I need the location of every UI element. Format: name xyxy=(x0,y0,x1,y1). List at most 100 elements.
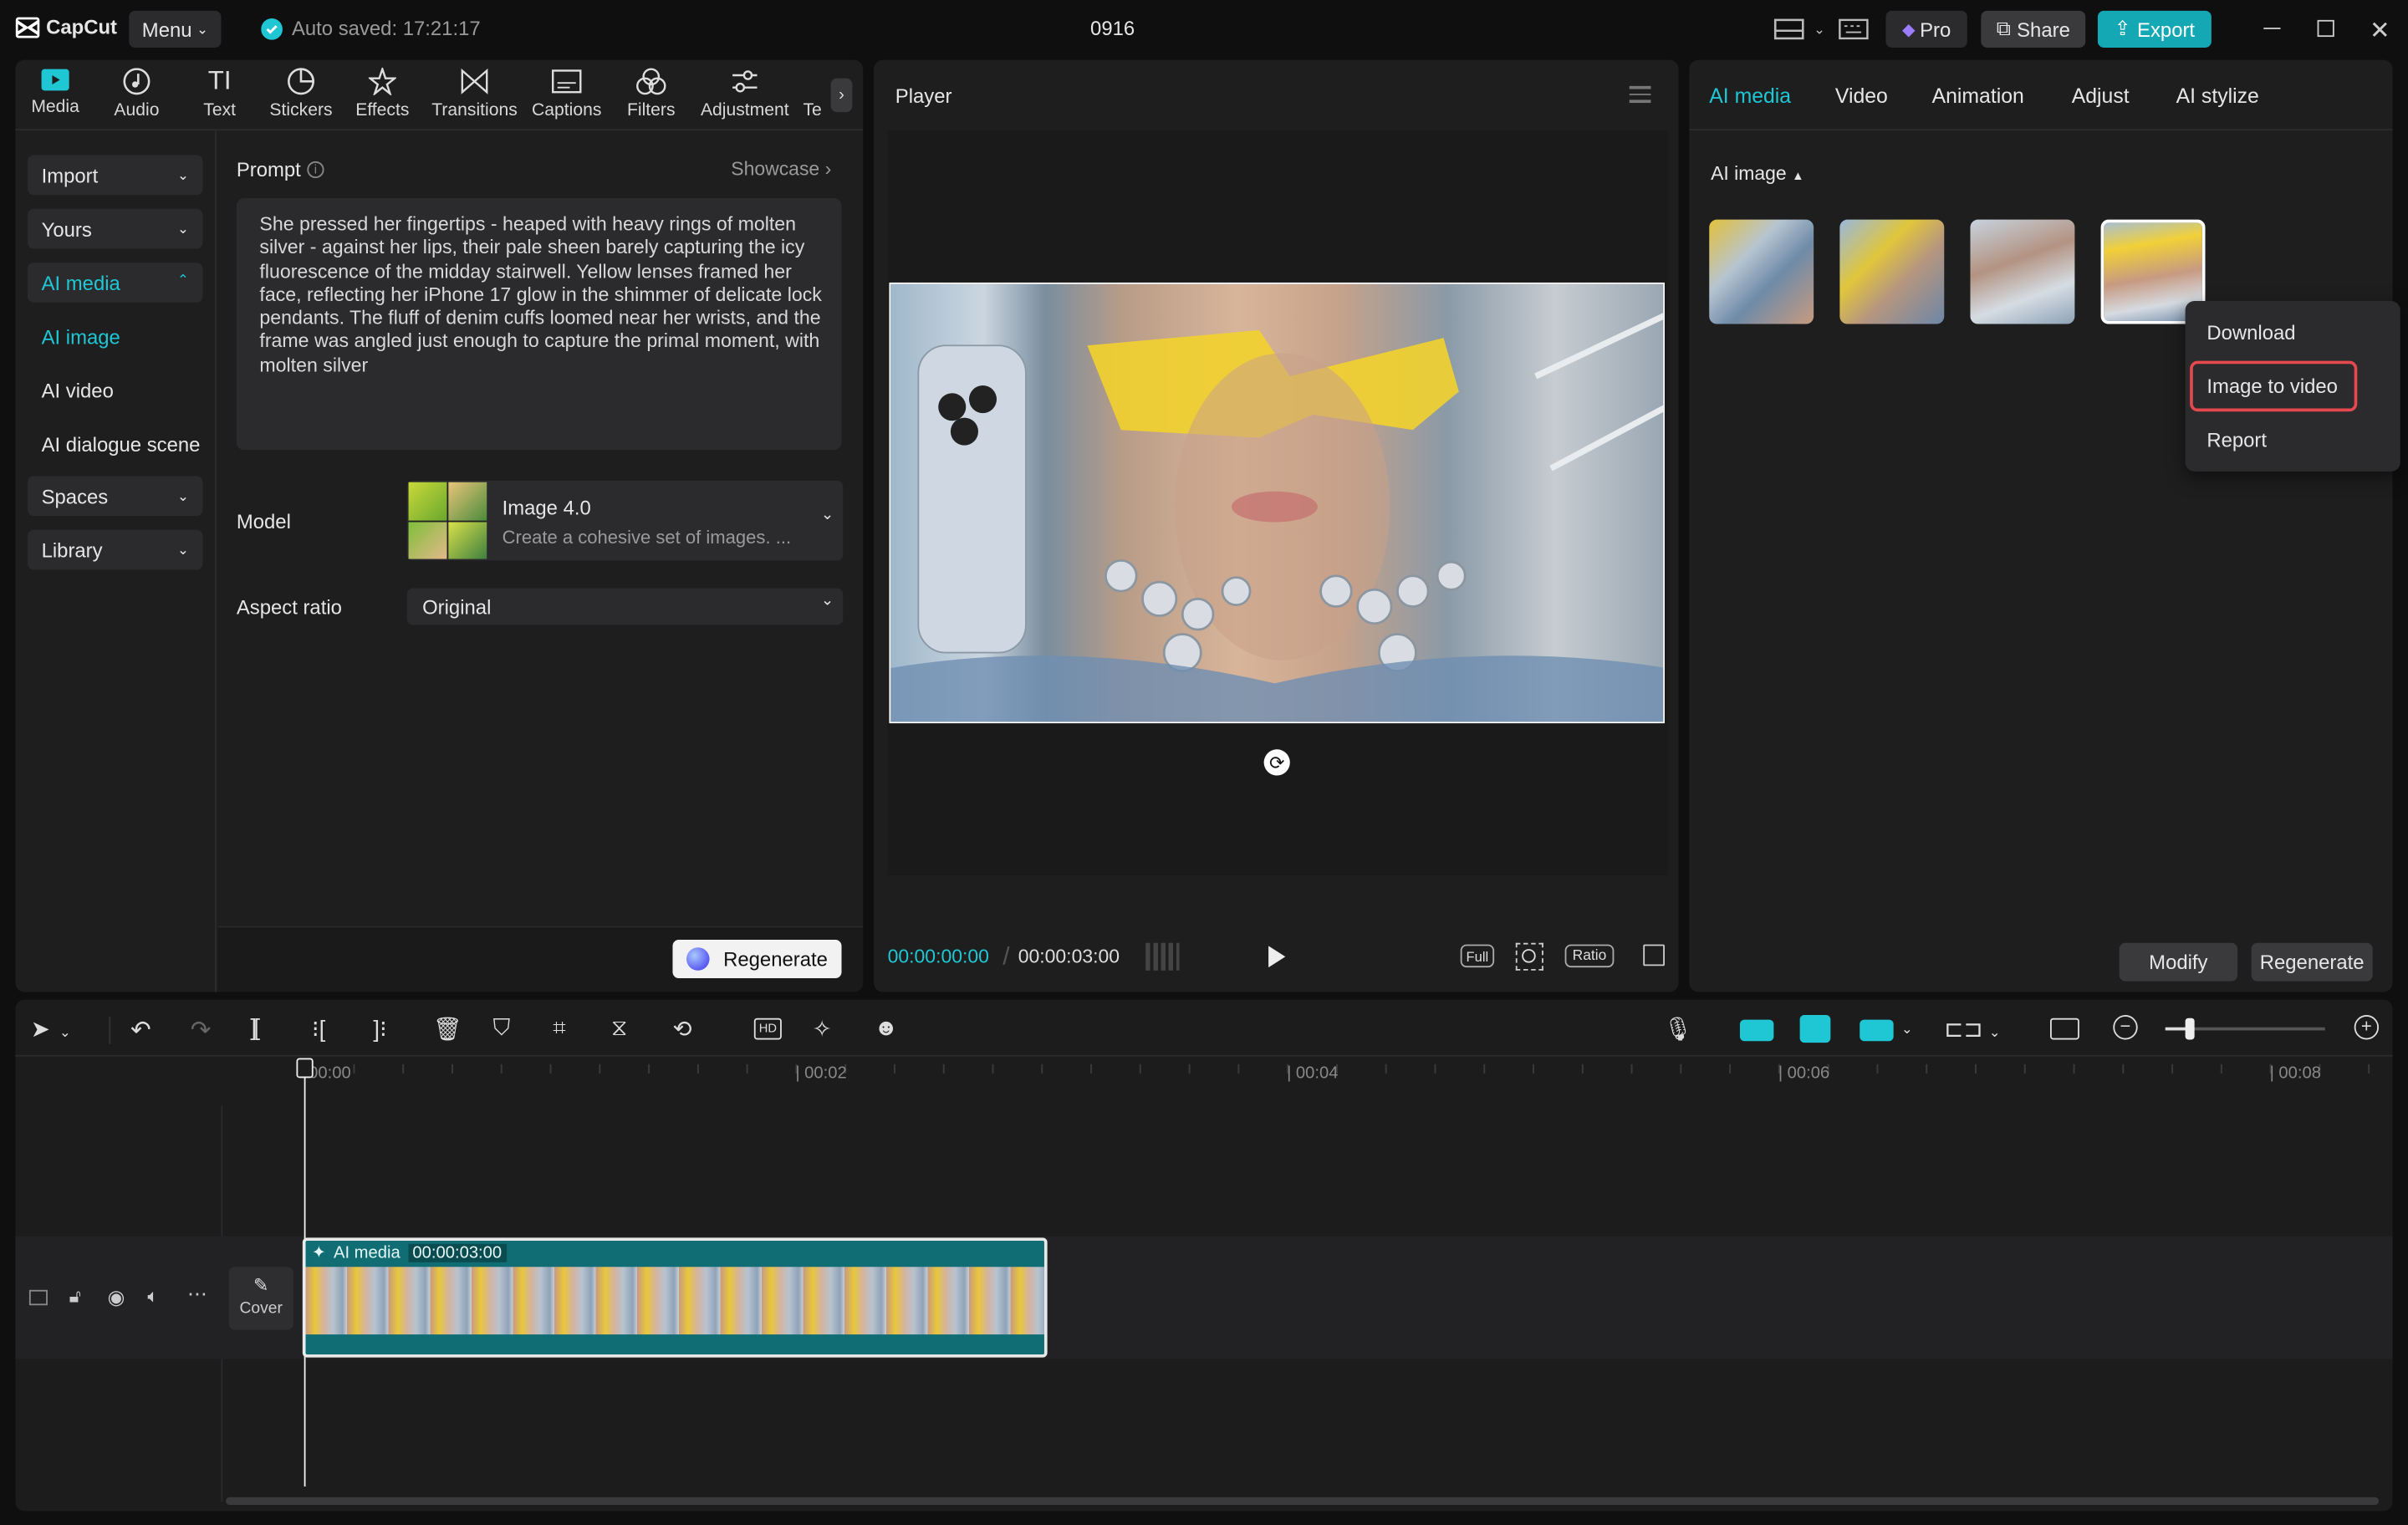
split-icon[interactable]: ][ xyxy=(250,1015,260,1041)
person-ai-icon[interactable]: ☻ xyxy=(874,1015,898,1041)
menu-icon[interactable] xyxy=(1629,85,1651,103)
zoom-out-icon[interactable]: − xyxy=(2113,1015,2138,1040)
tab-ai-media[interactable]: AI media xyxy=(1709,84,1791,108)
app-name: CapCut xyxy=(46,15,117,38)
tab-text[interactable]: TI Text xyxy=(178,67,261,120)
ratio-button[interactable]: Ratio xyxy=(1564,944,1615,968)
tab-adjust[interactable]: Adjust xyxy=(2072,84,2130,108)
sidebar-item-ai-media[interactable]: AI media ⌃ xyxy=(28,263,203,303)
sidebar-item-import[interactable]: Import ⌄ xyxy=(28,155,203,196)
toolbar-scroll-right[interactable]: › xyxy=(830,78,853,113)
zoom-in-icon[interactable]: + xyxy=(2354,1015,2380,1040)
time-separator: / xyxy=(1002,944,1010,971)
tab-filters[interactable]: Filters xyxy=(610,68,692,120)
sparkle-icon: ✦ xyxy=(311,1243,326,1262)
showcase-link[interactable]: Showcase › xyxy=(731,158,831,180)
preview-image[interactable] xyxy=(889,282,1665,724)
tab-stickers[interactable]: Stickers xyxy=(259,68,342,120)
waveform-icon[interactable] xyxy=(1145,942,1180,971)
ruler-tick-0: 00:00 xyxy=(309,1063,351,1083)
share-button[interactable]: ⧉ Share xyxy=(1981,10,2086,48)
microphone-icon[interactable]: 🎙 xyxy=(1663,1015,1692,1043)
ai-image-section-toggle[interactable]: AI image ▲ xyxy=(1711,163,1804,185)
right-regenerate-button[interactable]: Regenerate xyxy=(2251,942,2373,982)
tab-captions[interactable]: Captions xyxy=(525,68,608,120)
ai-image-thumbnail-1[interactable] xyxy=(1709,219,1814,324)
tab-transitions[interactable]: Transitions xyxy=(431,68,518,120)
select-cursor-icon[interactable]: ➤ ⌄ xyxy=(31,1015,71,1043)
preview-axis-icon[interactable]: ⊏⊐ ⌄ xyxy=(1944,1015,2000,1043)
link-icon[interactable] xyxy=(1860,1019,1894,1042)
snap-icon[interactable] xyxy=(1799,1015,1831,1043)
layout-icon[interactable]: ⌄ xyxy=(1773,17,1825,41)
fullscreen-icon[interactable] xyxy=(1643,944,1665,967)
menu-item-download[interactable]: Download xyxy=(2206,321,2295,344)
eye-icon[interactable]: ◉ xyxy=(108,1285,125,1309)
aspect-select[interactable]: Original ⌄ xyxy=(406,588,844,625)
delete-icon[interactable]: 🗑 xyxy=(433,1015,462,1043)
screen-icon[interactable] xyxy=(2049,1018,2079,1040)
play-icon[interactable] xyxy=(1268,946,1286,968)
export-button[interactable]: ⇪ Export xyxy=(2097,10,2212,48)
timeline-scrollbar[interactable] xyxy=(225,1497,2380,1505)
cover-button[interactable]: ✎ Cover xyxy=(228,1267,293,1330)
playhead-handle[interactable] xyxy=(296,1058,314,1079)
zoom-slider[interactable] xyxy=(2165,1018,2325,1040)
mirror-icon[interactable]: ⧖ xyxy=(611,1015,627,1041)
marker-icon[interactable]: ⛉ xyxy=(493,1015,511,1041)
tab-ai-stylize[interactable]: AI stylize xyxy=(2176,84,2259,108)
rotate-icon[interactable]: ⟳ xyxy=(1263,749,1290,776)
hd-icon[interactable]: HD xyxy=(753,1018,782,1040)
restore-icon[interactable] xyxy=(2317,19,2334,38)
sidebar-item-spaces[interactable]: Spaces ⌄ xyxy=(28,476,203,517)
undo-icon[interactable]: ↶ xyxy=(130,1015,151,1046)
tab-text-more[interactable]: Te xyxy=(789,68,835,120)
clip-filmstrip xyxy=(305,1267,1044,1335)
menu-item-image-to-video[interactable]: Image to video xyxy=(2190,360,2358,412)
link-dropdown-icon[interactable]: ⌄ xyxy=(1901,1021,1913,1038)
sidebar-item-ai-dialogue[interactable]: AI dialogue scene xyxy=(28,424,202,464)
minimize-icon[interactable] xyxy=(2263,28,2281,29)
zoom-fit-icon[interactable] xyxy=(1515,942,1543,971)
sidebar-item-library[interactable]: Library ⌄ xyxy=(28,529,203,570)
tab-video[interactable]: Video xyxy=(1835,84,1888,108)
magnet-link-icon[interactable] xyxy=(1739,1019,1774,1042)
tab-audio[interactable]: Audio xyxy=(95,68,178,120)
filters-icon xyxy=(636,68,666,95)
more-options-icon[interactable]: ⋯ xyxy=(187,1283,207,1307)
menu-item-report[interactable]: Report xyxy=(2206,428,2267,451)
rotate-clip-icon[interactable]: ⟲ xyxy=(672,1015,691,1043)
redo-icon[interactable]: ↷ xyxy=(191,1015,212,1046)
volume-icon[interactable]: 🔈︎ xyxy=(147,1285,158,1308)
modify-button[interactable]: Modify xyxy=(2119,942,2238,982)
sidebar-item-yours[interactable]: Yours ⌄ xyxy=(28,208,203,249)
magic-wand-icon[interactable]: ✧ xyxy=(813,1015,832,1043)
split-left-icon[interactable]: ⁝[ xyxy=(312,1015,325,1043)
track-video-icon[interactable] xyxy=(28,1289,48,1306)
menu-button[interactable]: Menu ⌄ xyxy=(129,10,222,48)
ai-image-thumbnail-3[interactable] xyxy=(1970,219,2075,324)
tab-animation[interactable]: Animation xyxy=(1932,84,2024,108)
playhead[interactable] xyxy=(304,1059,306,1487)
keyboard-icon[interactable] xyxy=(1839,18,1870,40)
full-button[interactable]: Full xyxy=(1460,944,1495,968)
ruler-tick-3: | 00:06 xyxy=(1778,1063,1830,1083)
tab-effects[interactable]: Effects xyxy=(341,67,424,120)
video-clip[interactable]: ✦ AI media 00:00:03:00 xyxy=(302,1237,1048,1358)
ai-image-thumbnail-2[interactable] xyxy=(1839,219,1945,324)
lock-icon[interactable]: 🔓︎ xyxy=(69,1285,81,1308)
tab-media[interactable]: Media xyxy=(14,68,97,117)
ruler-tick-1: | 00:02 xyxy=(795,1063,847,1083)
sidebar-item-ai-video[interactable]: AI video xyxy=(28,370,202,411)
prompt-textarea[interactable]: She pressed her fingertips - heaped with… xyxy=(236,197,842,451)
model-select[interactable]: Image 4.0 Create a cohesive set of image… xyxy=(406,480,844,561)
info-icon[interactable]: i xyxy=(307,161,324,179)
tab-adjustment[interactable]: Adjustment xyxy=(701,68,789,120)
split-right-icon[interactable]: ]⁝ xyxy=(373,1015,386,1043)
pro-button[interactable]: ◆ Pro xyxy=(1885,10,1967,48)
zoom-slider-handle xyxy=(2185,1018,2195,1040)
regenerate-button[interactable]: Regenerate xyxy=(672,940,842,978)
crop-icon[interactable]: ⌗ xyxy=(553,1015,566,1041)
close-icon[interactable]: ✕ xyxy=(2370,15,2390,46)
sidebar-item-ai-image[interactable]: AI image xyxy=(28,316,202,356)
